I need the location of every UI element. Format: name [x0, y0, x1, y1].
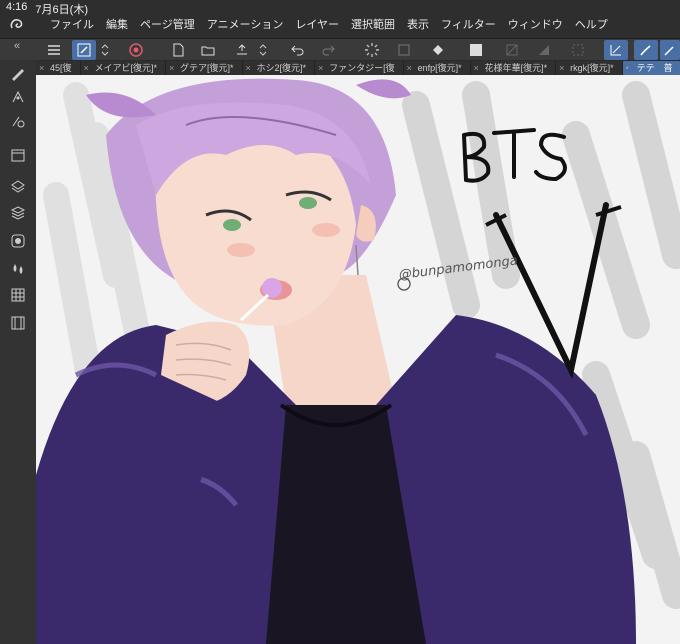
fill-bucket-icon[interactable]: [426, 40, 450, 60]
menu-layer[interactable]: レイヤー: [289, 18, 345, 32]
menu-file[interactable]: ファイル: [44, 18, 100, 32]
status-bar: 4:16 7月6日(木): [6, 1, 88, 17]
color-drops-icon[interactable]: [9, 260, 27, 278]
export-icon[interactable]: [230, 40, 254, 60]
pencil-tool-icon[interactable]: [660, 40, 680, 60]
tab-document[interactable]: × 花様年華[復元]*: [471, 61, 557, 75]
menu-help[interactable]: ヘルプ: [569, 18, 614, 32]
tab-document[interactable]: × enfp[復元]*: [404, 61, 471, 75]
menu-window[interactable]: ウィンドウ: [502, 18, 569, 32]
vector-tool-icon[interactable]: [9, 88, 27, 106]
open-folder-icon[interactable]: [196, 40, 220, 60]
layer-add-icon[interactable]: [9, 178, 27, 196]
loading-icon[interactable]: [360, 40, 384, 60]
menu-bar: 4:16 7月6日(木) ファイル 編集 ページ管理 アニメーション レイヤー …: [0, 0, 680, 38]
close-icon[interactable]: ×: [407, 61, 412, 75]
color-swatch-icon[interactable]: [464, 40, 488, 60]
main-menu: ファイル 編集 ページ管理 アニメーション レイヤー 選択範囲 表示 フィルター…: [44, 18, 614, 32]
pen-tool-icon[interactable]: [9, 64, 27, 82]
edit-icon[interactable]: [72, 40, 96, 60]
artwork-illustration: [36, 75, 680, 644]
menu-page[interactable]: ページ管理: [134, 18, 201, 32]
correction-tool-icon[interactable]: [9, 112, 27, 130]
tab-document[interactable]: × rkgk[復元]*: [556, 61, 623, 75]
tab-document[interactable]: × ファンタジー[復: [315, 61, 404, 75]
close-icon[interactable]: ×: [559, 61, 564, 75]
menu-edit[interactable]: 編集: [100, 18, 134, 32]
tab-document[interactable]: × ホシ2[復元]*: [243, 61, 316, 75]
menu-filter[interactable]: フィルター: [435, 18, 502, 32]
menu-view[interactable]: 表示: [401, 18, 435, 32]
selection-icon[interactable]: [566, 40, 590, 60]
layers-icon[interactable]: [9, 204, 27, 222]
status-time: 4:16: [6, 1, 28, 13]
document-tabs: × 45[復 × メイアビ[復元]* × グテア[復元]* × ホシ2[復元]* × ファ…: [36, 61, 680, 75]
clear-selection-icon[interactable]: [500, 40, 524, 60]
tool-palette: [0, 60, 36, 644]
pen-tool-icon[interactable]: [604, 40, 628, 60]
close-icon[interactable]: ×: [246, 61, 251, 75]
drawing-canvas[interactable]: @bunpamomonga: [36, 75, 680, 644]
menu-selection[interactable]: 選択範囲: [345, 18, 401, 32]
grid-icon[interactable]: [9, 286, 27, 304]
stepper-icon[interactable]: [256, 40, 270, 60]
close-icon[interactable]: ×: [318, 61, 323, 75]
tab-document[interactable]: × 45[復: [36, 61, 81, 75]
close-icon[interactable]: ×: [169, 61, 174, 75]
calendar-icon[interactable]: [9, 146, 27, 164]
status-date: 7月6日(木): [35, 4, 88, 16]
record-icon[interactable]: [124, 40, 148, 60]
command-bar: [0, 38, 680, 60]
material-icon[interactable]: [9, 232, 27, 250]
tab-document[interactable]: × メイアビ[復元]*: [81, 61, 167, 75]
close-icon[interactable]: •: [626, 61, 629, 75]
tab-document-active[interactable]: • テテ 普: [622, 61, 680, 75]
close-icon[interactable]: ×: [84, 61, 89, 75]
crop-icon[interactable]: [532, 40, 556, 60]
collapse-panel-icon[interactable]: «: [14, 40, 20, 52]
hamburger-icon[interactable]: [42, 40, 66, 60]
close-icon[interactable]: ×: [39, 61, 44, 75]
new-file-icon[interactable]: [166, 40, 190, 60]
app-logo-icon[interactable]: [9, 18, 25, 32]
undo-icon[interactable]: [286, 40, 310, 60]
brush-tool-icon[interactable]: [634, 40, 658, 60]
menu-animation[interactable]: アニメーション: [201, 18, 290, 32]
redo-icon[interactable]: [316, 40, 340, 60]
close-icon[interactable]: ×: [474, 61, 479, 75]
stepper-icon[interactable]: [98, 40, 112, 60]
tab-document[interactable]: × グテア[復元]*: [166, 61, 243, 75]
transform-icon[interactable]: [392, 40, 416, 60]
filmstrip-icon[interactable]: [9, 314, 27, 332]
